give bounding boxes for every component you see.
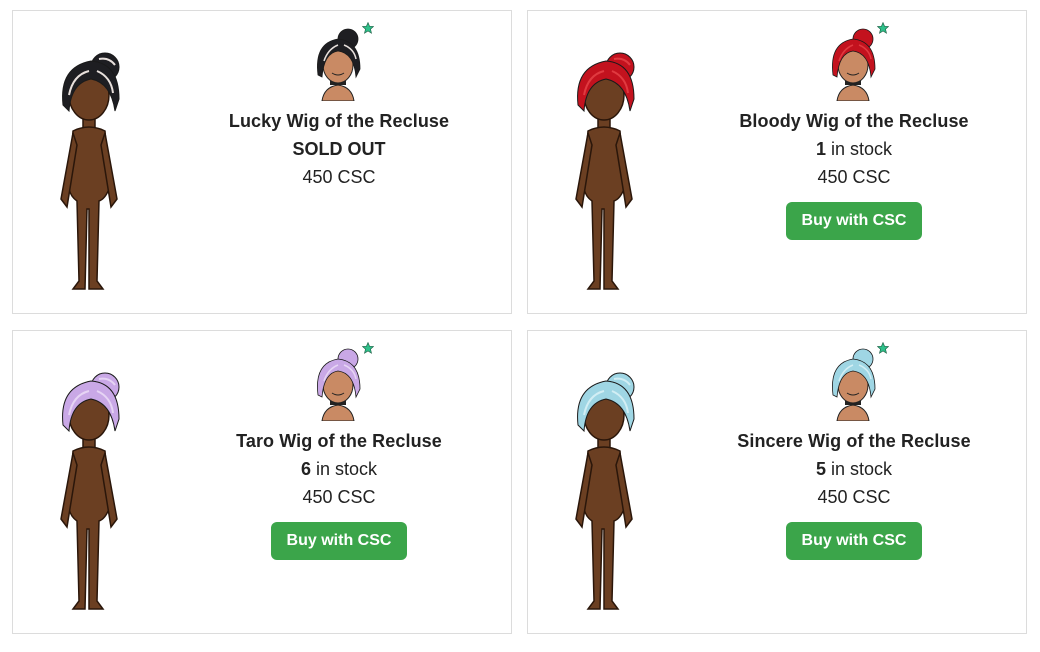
- shop-card: Taro Wig of the Recluse 6 in stock 450 C…: [12, 330, 512, 634]
- avatar-preview: [60, 372, 120, 610]
- item-price: 450 CSC: [817, 167, 891, 187]
- avatar-preview: [575, 372, 635, 610]
- item-price: 450 CSC: [817, 487, 891, 507]
- shop-card: Bloody Wig of the Recluse 1 in stock 450…: [527, 10, 1027, 314]
- item-price: 450 CSC: [302, 487, 376, 507]
- stock-count: 6: [300, 459, 311, 479]
- item-stock: 6 in stock: [213, 459, 465, 480]
- stock-count: 5: [815, 459, 826, 479]
- item-stock: 1 in stock: [728, 139, 980, 160]
- shop-card: Lucky Wig of the Recluse SOLD OUT 450 CS…: [12, 10, 512, 314]
- item-name: Bloody Wig of the Recluse: [739, 111, 969, 131]
- item-stock: 5 in stock: [728, 459, 980, 480]
- item-thumbnail: [300, 345, 376, 421]
- item-price: 450 CSC: [302, 167, 376, 187]
- stock-count: 1: [815, 139, 826, 159]
- item-thumbnail: [815, 25, 891, 101]
- star-icon: [362, 342, 374, 354]
- shop-card: Sincere Wig of the Recluse 5 in stock 45…: [527, 330, 1027, 634]
- item-thumbnail: [815, 345, 891, 421]
- buy-with-csc-button[interactable]: Buy with CSC: [786, 522, 922, 560]
- stock-label: in stock: [825, 139, 893, 159]
- buy-with-csc-button[interactable]: Buy with CSC: [271, 522, 407, 560]
- star-icon: [877, 342, 889, 354]
- item-stock-status: SOLD OUT: [292, 139, 386, 159]
- item-name: Taro Wig of the Recluse: [236, 431, 442, 451]
- buy-with-csc-button[interactable]: Buy with CSC: [786, 202, 922, 240]
- item-thumbnail: [300, 25, 376, 101]
- star-icon: [362, 22, 374, 34]
- stock-label: in stock: [825, 459, 893, 479]
- item-name: Lucky Wig of the Recluse: [228, 111, 450, 131]
- avatar-preview: [575, 52, 635, 290]
- star-icon: [877, 22, 889, 34]
- avatar-preview: [60, 52, 120, 290]
- item-name: Sincere Wig of the Recluse: [737, 431, 971, 451]
- stock-label: in stock: [310, 459, 378, 479]
